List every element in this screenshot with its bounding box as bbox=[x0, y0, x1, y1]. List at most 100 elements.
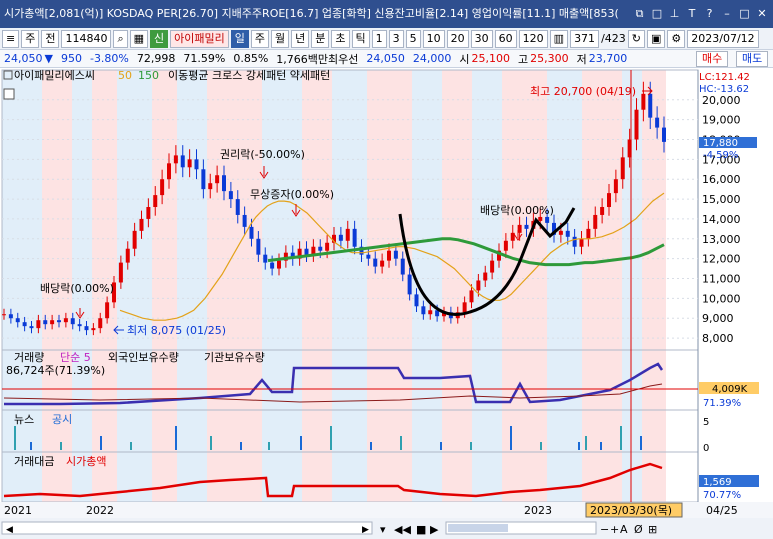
period-month[interactable]: 월 bbox=[271, 29, 290, 48]
period-minute[interactable]: 분 bbox=[311, 29, 330, 48]
candle-body bbox=[153, 195, 158, 208]
next-button[interactable]: ▶ bbox=[430, 523, 439, 536]
ma150-legend: 150 bbox=[138, 69, 159, 82]
candle-body bbox=[215, 175, 220, 184]
first-button[interactable]: ▾ bbox=[380, 523, 386, 536]
candle-body bbox=[256, 238, 261, 255]
date-input[interactable]: 2023/07/12 bbox=[687, 29, 759, 48]
candle-body bbox=[373, 258, 378, 267]
chart-style-icon[interactable]: ▥ bbox=[549, 29, 569, 48]
title-text: 시가총액[2,081(억)] KOSDAQ PER[26.70] 지배주주ROE… bbox=[4, 7, 619, 20]
pin-icon[interactable]: ⊥ bbox=[668, 0, 682, 28]
news-bar bbox=[400, 436, 402, 450]
trade-amount: 1,766백만 bbox=[276, 52, 329, 66]
help-icon[interactable]: ? bbox=[703, 0, 717, 28]
amount-right-value: 1,569 bbox=[703, 477, 732, 488]
close-icon[interactable]: ✕ bbox=[755, 0, 769, 28]
candle-body bbox=[662, 127, 666, 142]
period-band bbox=[332, 70, 367, 502]
candle-body bbox=[77, 324, 82, 327]
low-price: 23,700 bbox=[588, 52, 628, 65]
restore-icon[interactable]: ⧉ bbox=[633, 0, 647, 28]
stock-name[interactable]: 아이패밀리 bbox=[170, 29, 229, 48]
refresh-icon[interactable]: ↻ bbox=[627, 29, 645, 48]
period-tick[interactable]: 틱 bbox=[351, 29, 370, 48]
news-bar bbox=[600, 442, 602, 450]
news-right-value-2: 0 bbox=[703, 443, 709, 454]
tick-5[interactable]: 5 bbox=[405, 29, 421, 48]
y-tick-label: 14,000 bbox=[702, 213, 741, 226]
news-bar bbox=[585, 436, 587, 450]
period-second[interactable]: 초 bbox=[331, 29, 350, 48]
text-icon[interactable]: Ø bbox=[634, 523, 643, 536]
minimize-icon[interactable]: – bbox=[720, 0, 734, 28]
tick-120[interactable]: 120 bbox=[518, 29, 548, 48]
prev-select[interactable]: 전 bbox=[41, 29, 60, 48]
new-badge: 신 bbox=[150, 29, 169, 48]
chart-area[interactable]: 20,00019,00018,00017,00016,00015,00014,0… bbox=[0, 68, 773, 539]
candle-body bbox=[208, 183, 213, 190]
candle-body bbox=[222, 175, 226, 192]
zoom-in-icon[interactable]: + bbox=[610, 523, 619, 536]
gear-icon[interactable]: ⚙ bbox=[667, 29, 686, 48]
candle-body bbox=[22, 322, 27, 327]
candle-body bbox=[641, 93, 646, 110]
zoom-out-icon[interactable]: − bbox=[600, 523, 609, 536]
settings-icon[interactable]: ⊞ bbox=[648, 523, 657, 536]
scroll-left-icon[interactable]: ◀ bbox=[6, 525, 13, 535]
count-input[interactable]: 371 bbox=[570, 29, 600, 48]
candle-body bbox=[139, 218, 144, 231]
period-band bbox=[117, 70, 152, 502]
buy-button[interactable]: 매수 bbox=[696, 51, 729, 67]
high-price: 25,300 bbox=[530, 52, 569, 65]
candle-body bbox=[655, 117, 660, 128]
period-day[interactable]: 일 bbox=[230, 29, 249, 48]
search-icon[interactable]: ⌕ bbox=[113, 29, 128, 48]
candle-body bbox=[63, 318, 68, 323]
candle-body bbox=[503, 240, 508, 251]
candle-body bbox=[558, 230, 563, 235]
type-select[interactable]: 주 bbox=[21, 29, 40, 48]
price-change-pct: -3.80% bbox=[89, 52, 129, 65]
annotation-dividend-2: 배당락(0.00%) bbox=[480, 204, 554, 217]
candle-body bbox=[36, 320, 41, 329]
amount-panel-title: 거래대금 bbox=[14, 455, 54, 468]
inst-holding-label: 기관보유수량 bbox=[204, 351, 265, 364]
tick-60[interactable]: 60 bbox=[494, 29, 517, 48]
candle-body bbox=[50, 320, 55, 325]
auto-icon[interactable]: A bbox=[620, 523, 628, 536]
hc-label: HC:-13.62 bbox=[699, 84, 749, 95]
scroll-right-icon[interactable]: ▶ bbox=[362, 525, 369, 535]
tick-10[interactable]: 10 bbox=[422, 29, 445, 48]
code-input[interactable]: 114840 bbox=[61, 29, 112, 48]
menu-icon[interactable]: ≡ bbox=[2, 29, 20, 48]
tick-3[interactable]: 3 bbox=[388, 29, 404, 48]
y-tick-label: 9,000 bbox=[702, 312, 734, 325]
tick-20[interactable]: 20 bbox=[446, 29, 469, 48]
scrollbar-track[interactable] bbox=[1, 521, 373, 535]
pause-button[interactable]: ■ bbox=[416, 523, 426, 536]
font-icon[interactable]: T bbox=[685, 0, 699, 28]
stock-chart[interactable]: 20,00019,00018,00017,00016,00015,00014,0… bbox=[0, 68, 773, 539]
best-ask: 24,050 bbox=[366, 52, 405, 65]
window-icon[interactable]: □ bbox=[650, 0, 664, 28]
tick-30[interactable]: 30 bbox=[470, 29, 493, 48]
candle-body bbox=[407, 274, 412, 295]
candle-body bbox=[43, 320, 48, 325]
volume-value: 86,724주(71.39%) bbox=[6, 364, 105, 377]
current-price-label: 17,880 bbox=[703, 138, 738, 149]
range-slider-thumb[interactable] bbox=[448, 524, 508, 532]
period-year[interactable]: 년 bbox=[291, 29, 310, 48]
tick-1[interactable]: 1 bbox=[371, 29, 387, 48]
candle-body bbox=[345, 228, 350, 241]
chart-type-icon[interactable]: ▦ bbox=[129, 29, 149, 48]
period-week[interactable]: 주 bbox=[250, 29, 270, 48]
panel-toggle-icon[interactable] bbox=[3, 88, 15, 100]
prev-button[interactable]: ◀◀ bbox=[394, 523, 411, 536]
down-arrow-icon: ▼ bbox=[44, 52, 53, 65]
cursor-date: 2023/03/30(목) bbox=[590, 504, 672, 517]
period-band bbox=[412, 70, 442, 502]
maximize-icon[interactable]: □ bbox=[738, 0, 752, 28]
lock-icon[interactable]: ▣ bbox=[646, 29, 666, 48]
sell-button[interactable]: 매도 bbox=[736, 51, 769, 67]
